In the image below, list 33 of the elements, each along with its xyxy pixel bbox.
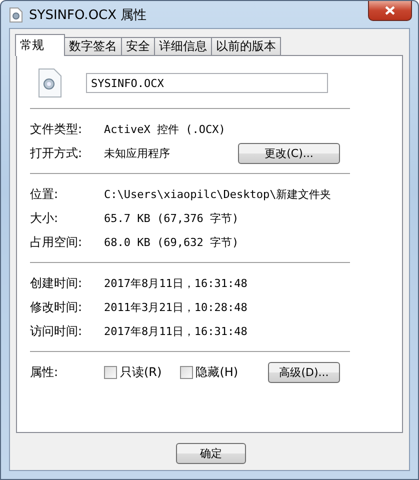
close-icon xyxy=(385,6,395,15)
field-value: 2011年3月21日，10:28:48 xyxy=(104,300,248,314)
tab[interactable]: 常规 xyxy=(15,34,65,56)
file-icon xyxy=(9,6,23,22)
field-value: 68.0 KB (69,632 字节) xyxy=(104,234,240,250)
field-label: 占用空间: xyxy=(30,234,84,250)
tab[interactable]: 数字签名 xyxy=(64,37,122,56)
file-icon xyxy=(38,68,62,98)
tab[interactable]: 详细信息 xyxy=(154,37,212,56)
field-label: 文件类型: xyxy=(30,120,84,138)
tab[interactable]: 安全 xyxy=(121,37,155,56)
change-button[interactable]: 更改(C)... xyxy=(238,142,340,164)
tab[interactable]: 以前的版本 xyxy=(211,37,281,56)
field-value: 2017年8月11日，16:31:48 xyxy=(104,276,248,290)
field-value: 未知应用程序 xyxy=(104,146,171,160)
advanced-button[interactable]: 高级(D)... xyxy=(268,362,340,382)
checkbox[interactable]: 只读(R) xyxy=(104,364,162,380)
field-value: 65.7 KB (67,376 字节) xyxy=(104,210,240,226)
field-value: C:\Users\xiaopilc\Desktop\新建文件夹 xyxy=(104,186,332,202)
field-label: 修改时间: xyxy=(30,298,84,316)
field-label: 属性: xyxy=(30,364,60,380)
checkbox[interactable]: 隐藏(H) xyxy=(180,364,238,380)
field-label: 位置: xyxy=(30,186,60,202)
field-label: 打开方式: xyxy=(30,144,84,162)
file-name-field[interactable]: SYSINFO.OCX xyxy=(86,73,328,93)
close-button[interactable] xyxy=(368,1,412,21)
field-label: 大小: xyxy=(30,210,60,226)
field-value: 2017年8月11日，16:31:48 xyxy=(104,324,248,338)
field-label: 创建时间: xyxy=(30,274,84,292)
field-value: ActiveX 控件 (.OCX) xyxy=(104,122,226,136)
field-label: 访问时间: xyxy=(30,322,84,340)
window-title: SYSINFO.OCX 属性 xyxy=(29,6,147,24)
ok-button[interactable]: 确定 xyxy=(176,443,246,464)
